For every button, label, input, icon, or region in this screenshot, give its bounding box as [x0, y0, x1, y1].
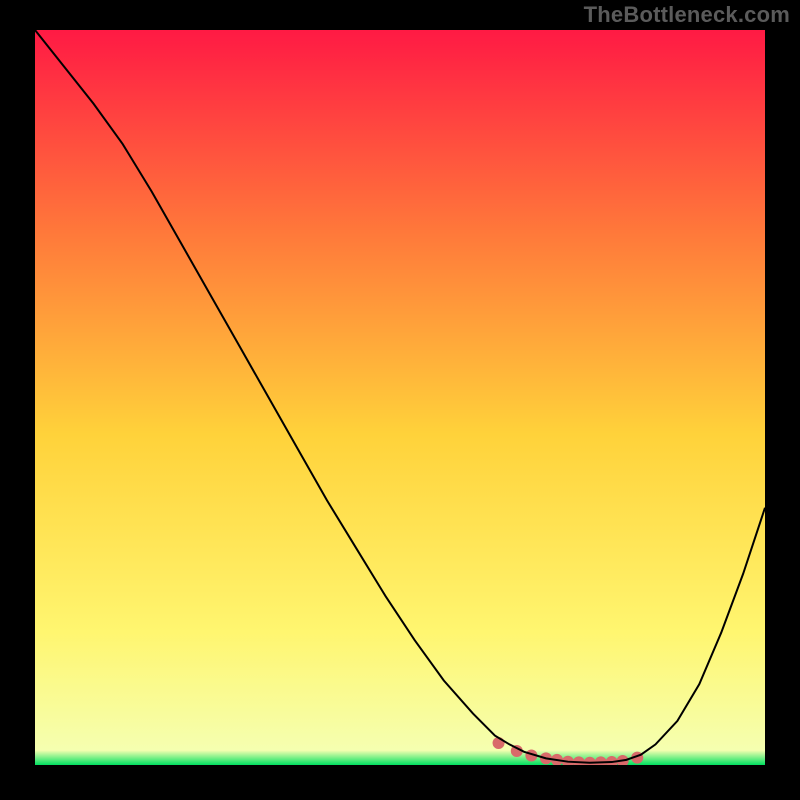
gradient-background [35, 30, 765, 765]
watermark-text: TheBottleneck.com [584, 2, 790, 28]
plot-area [35, 30, 765, 765]
chart-frame: TheBottleneck.com [0, 0, 800, 800]
chart-svg [35, 30, 765, 765]
